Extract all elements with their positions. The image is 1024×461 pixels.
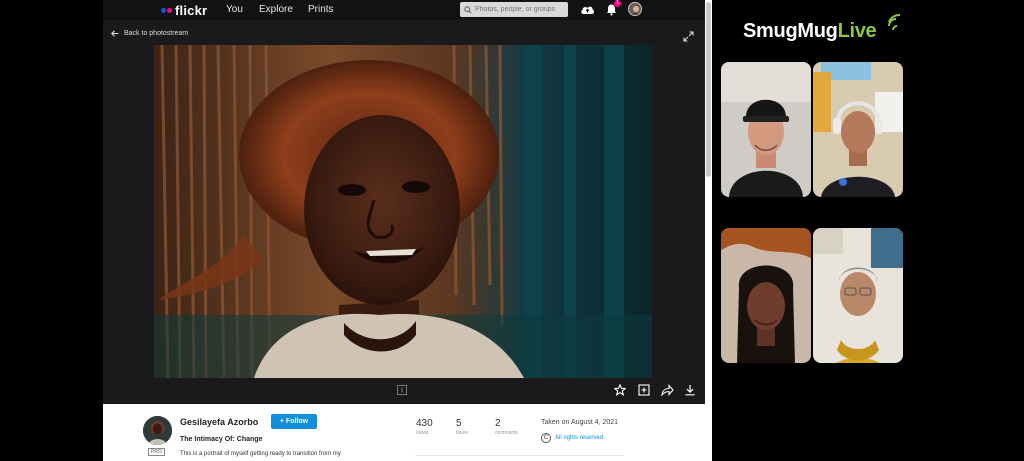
flickr-window: flickr You Explore Prints 1 bbox=[103, 0, 705, 461]
stat-faves-number: 5 bbox=[456, 418, 462, 429]
participant-1-image bbox=[721, 62, 811, 197]
logo-text: flickr bbox=[175, 3, 208, 18]
follow-button[interactable]: + Follow bbox=[271, 414, 317, 429]
stat-views-number: 430 bbox=[416, 418, 433, 429]
stat-views: 430 views bbox=[416, 418, 433, 436]
photo-description: This is a portrait of myself getting rea… bbox=[180, 451, 341, 457]
portrait-image bbox=[154, 45, 652, 378]
license-link[interactable]: C All rights reserved bbox=[541, 433, 603, 443]
rights-label: All rights reserved bbox=[555, 435, 604, 441]
participant-video-1[interactable] bbox=[721, 62, 811, 197]
flickr-topbar: flickr You Explore Prints 1 bbox=[103, 0, 705, 20]
divider bbox=[415, 455, 623, 456]
photo-title: The Intimacy Of: Change bbox=[180, 436, 263, 443]
add-to-gallery-icon[interactable] bbox=[638, 384, 650, 396]
stat-views-label: views bbox=[416, 430, 429, 436]
brand-main: SmugMug bbox=[743, 20, 838, 42]
pro-badge: PRO bbox=[148, 448, 165, 456]
search-input[interactable] bbox=[475, 6, 565, 13]
arrow-left-icon bbox=[111, 30, 119, 37]
upload-cloud-icon[interactable] bbox=[580, 3, 595, 16]
nav-explore[interactable]: Explore bbox=[259, 4, 293, 15]
flickr-logo[interactable]: flickr bbox=[161, 3, 207, 18]
notification-badge: 1 bbox=[614, 0, 621, 7]
stat-faves-label: faves bbox=[456, 430, 468, 436]
stat-comments[interactable]: 2 comments bbox=[495, 418, 518, 436]
participant-2-image bbox=[813, 62, 903, 197]
main-photo[interactable] bbox=[154, 45, 652, 378]
nav-prints[interactable]: Prints bbox=[308, 4, 334, 15]
user-avatar-image bbox=[629, 3, 641, 15]
participant-4-image bbox=[813, 228, 903, 363]
author-avatar[interactable] bbox=[143, 416, 172, 445]
page-scrollbar[interactable] bbox=[705, 0, 712, 461]
taken-date[interactable]: Taken on August 4, 2021 bbox=[541, 419, 618, 426]
author-avatar-image bbox=[143, 416, 172, 445]
back-label: Back to photostream bbox=[124, 30, 189, 37]
logo-blue-dot bbox=[161, 8, 166, 13]
participant-3-image bbox=[721, 228, 811, 363]
stat-faves[interactable]: 5 faves bbox=[456, 418, 468, 436]
participant-video-2[interactable] bbox=[813, 62, 903, 197]
share-icon[interactable] bbox=[661, 384, 674, 396]
search-box[interactable] bbox=[460, 2, 568, 17]
search-icon bbox=[464, 5, 472, 14]
author-name[interactable]: Gesilayefa Azorbo bbox=[180, 417, 258, 427]
participant-video-3[interactable] bbox=[721, 228, 811, 363]
brand-live: Live bbox=[837, 20, 877, 42]
stat-comments-label: comments bbox=[495, 430, 519, 436]
participant-video-4[interactable] bbox=[813, 228, 903, 363]
photo-info-panel: PRO Gesilayefa Azorbo + Follow The Intim… bbox=[103, 404, 705, 461]
copyright-icon: C bbox=[541, 433, 551, 443]
lightbox-icon[interactable] bbox=[396, 384, 408, 396]
fullscreen-icon[interactable] bbox=[683, 31, 694, 42]
broadcast-signal-icon bbox=[888, 13, 901, 31]
screen: flickr You Explore Prints 1 bbox=[0, 0, 1024, 461]
scrollbar-thumb[interactable] bbox=[706, 2, 711, 177]
stat-comments-number: 2 bbox=[495, 418, 501, 429]
logo-pink-dot bbox=[167, 8, 172, 13]
smugmug-live-logo: SmugMugLive bbox=[743, 20, 877, 43]
fave-star-icon[interactable] bbox=[614, 384, 626, 396]
user-avatar[interactable] bbox=[628, 2, 642, 16]
back-to-photostream-link[interactable]: Back to photostream bbox=[111, 30, 188, 37]
download-icon[interactable] bbox=[684, 384, 696, 396]
nav-you[interactable]: You bbox=[226, 4, 243, 15]
